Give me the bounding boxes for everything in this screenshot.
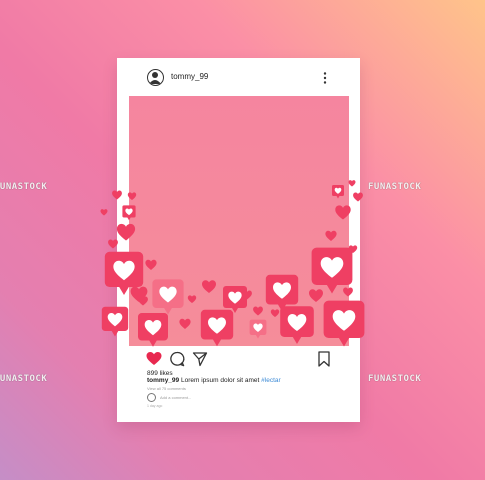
floating-hearts-decoration — [100, 180, 485, 480]
